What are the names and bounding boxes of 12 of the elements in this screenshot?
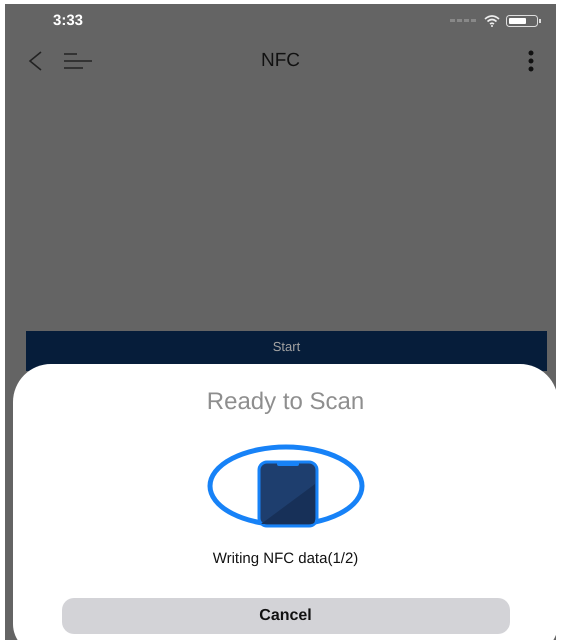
more-icon[interactable] [528,50,534,72]
battery-icon [506,15,542,27]
menu-icon[interactable] [63,52,93,70]
cancel-button[interactable]: Cancel [62,598,510,634]
back-icon[interactable] [27,50,43,72]
status-time: 3:33 [53,10,84,31]
phone-scan-icon [206,444,364,528]
wifi-icon [484,15,500,27]
signal-icon [450,19,478,23]
status-message: Writing NFC data(1/2) [212,549,358,569]
nav-title: NFC [260,48,300,73]
sheet-title: Ready to Scan [206,387,364,417]
